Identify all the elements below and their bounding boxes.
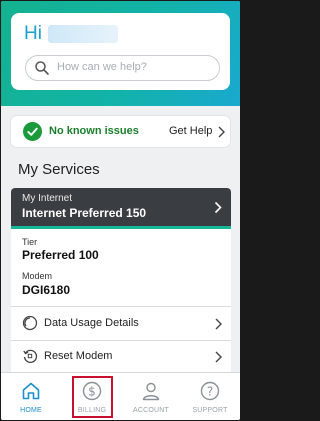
service-status-card[interactable]: No known issues Get Help	[11, 116, 230, 147]
chevron-right-icon	[218, 126, 225, 138]
gauge-icon	[22, 315, 38, 331]
home-icon	[22, 382, 40, 400]
person-icon	[142, 382, 160, 401]
billing-highlight-box	[72, 376, 113, 418]
tab-home[interactable]: HOME	[1, 373, 61, 420]
data-usage-label: Data Usage Details	[44, 317, 139, 329]
user-name-redacted	[48, 25, 118, 43]
tier-value: Preferred 100	[22, 248, 99, 262]
internet-service-card: My Internet Internet Preferred 150 Tier …	[11, 188, 231, 376]
reset-modem-label: Reset Modem	[44, 350, 113, 362]
reset-icon	[23, 349, 38, 363]
modem-label: Modem	[22, 271, 53, 281]
plan-name: Internet Preferred 150	[22, 206, 147, 220]
search-icon	[35, 61, 49, 75]
services-heading: My Services	[18, 161, 100, 178]
get-help-link[interactable]: Get Help	[169, 125, 212, 137]
tab-label: ACCOUNT	[132, 407, 169, 414]
internet-card-header[interactable]: My Internet Internet Preferred 150	[11, 188, 231, 229]
status-text: No known issues	[49, 125, 139, 137]
tab-support[interactable]: ? SUPPORT	[180, 373, 240, 420]
svg-text:?: ?	[207, 384, 213, 398]
tab-label: SUPPORT	[192, 407, 228, 414]
question-icon: ?	[200, 381, 220, 401]
modem-value: DGI6180	[22, 283, 71, 297]
tab-label: HOME	[20, 407, 42, 414]
chevron-right-icon	[215, 351, 222, 363]
divider	[11, 306, 231, 307]
search-placeholder: How can we help?	[57, 61, 147, 73]
check-circle-icon	[23, 122, 42, 141]
app-screen: Hi How can we help? No known issues Get …	[1, 1, 240, 420]
greeting-text: Hi	[24, 23, 42, 44]
chevron-right-icon	[214, 201, 222, 214]
card-subtitle: My Internet	[22, 193, 73, 204]
greeting-card: Hi How can we help?	[11, 13, 230, 90]
search-input[interactable]: How can we help?	[25, 55, 220, 81]
tab-account[interactable]: ACCOUNT	[121, 373, 181, 420]
hero-banner: Hi How can we help?	[1, 1, 240, 106]
tier-label: Tier	[22, 237, 38, 247]
chevron-right-icon	[215, 318, 222, 330]
divider	[11, 340, 231, 341]
bottom-tab-bar: HOME $ BILLING ACCOUNT ? SUPPORT	[1, 372, 240, 420]
